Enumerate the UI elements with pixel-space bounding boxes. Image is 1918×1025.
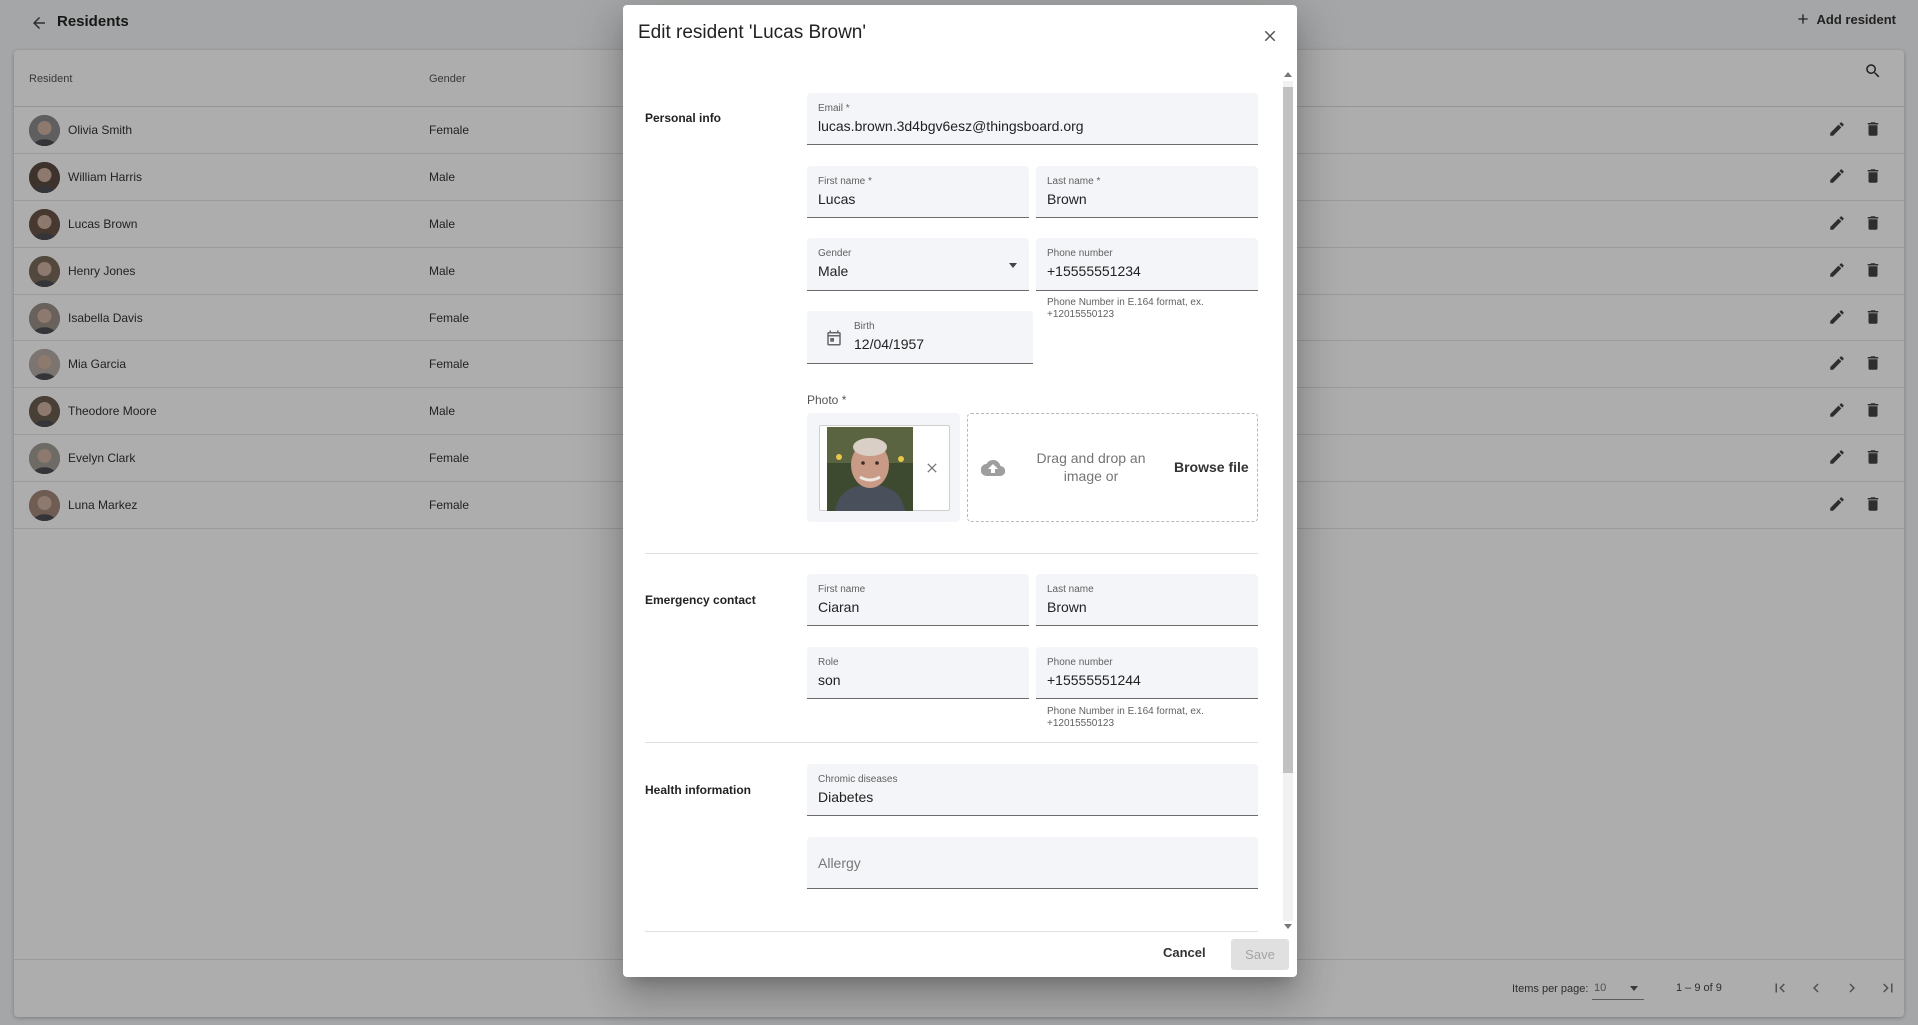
chevron-down-icon xyxy=(1009,263,1017,268)
dialog-title: Edit resident 'Lucas Brown' xyxy=(638,22,866,43)
photo-label: Photo * xyxy=(807,393,847,407)
dialog-body: Personal info Email * lucas.brown.3d4bgv… xyxy=(623,69,1283,933)
scroll-down-arrow-icon[interactable] xyxy=(1284,924,1292,929)
section-personal-info: Personal info xyxy=(645,111,722,125)
edit-resident-dialog: Edit resident 'Lucas Brown' Personal inf… xyxy=(623,5,1297,977)
emergency-first-name-label: First name xyxy=(818,584,866,595)
emergency-role-value: son xyxy=(818,672,841,688)
birth-label: Birth xyxy=(854,321,875,332)
emergency-phone-value: +15555551244 xyxy=(1047,672,1141,688)
emergency-phone-hint: Phone Number in E.164 format, ex. +12015… xyxy=(1047,706,1204,729)
browse-file-button[interactable]: Browse file xyxy=(1174,459,1249,475)
first-name-label: First name * xyxy=(818,176,872,187)
gender-select[interactable]: Gender Male xyxy=(807,238,1029,291)
emergency-last-name-field[interactable]: Last name Brown xyxy=(1036,574,1258,626)
photo-dropzone[interactable]: Drag and drop an image or Browse file xyxy=(967,413,1258,522)
birth-date-field[interactable]: Birth 12/04/1957 xyxy=(807,311,1033,364)
close-icon xyxy=(1264,30,1276,42)
first-name-value: Lucas xyxy=(818,191,856,207)
dialog-actions: Cancel Save xyxy=(623,933,1297,977)
section-divider xyxy=(645,931,1258,932)
section-divider xyxy=(645,553,1258,554)
phone-number-field[interactable]: Phone number +15555551234 xyxy=(1036,238,1258,291)
remove-photo-button[interactable] xyxy=(920,456,944,480)
photo-frame xyxy=(819,425,950,511)
close-dialog-button[interactable] xyxy=(1259,25,1281,47)
dialog-scrollbar[interactable] xyxy=(1280,69,1294,933)
email-label: Email * xyxy=(818,103,850,114)
scroll-up-arrow-icon[interactable] xyxy=(1284,72,1292,77)
email-value: lucas.brown.3d4bgv6esz@thingsboard.org xyxy=(818,118,1084,134)
cancel-button[interactable]: Cancel xyxy=(1163,945,1206,960)
calendar-icon[interactable] xyxy=(825,329,843,347)
chronic-diseases-label: Chromic diseases xyxy=(818,774,898,785)
chronic-diseases-field[interactable]: Chromic diseases Diabetes xyxy=(807,764,1258,816)
last-name-value: Brown xyxy=(1047,191,1087,207)
photo-preview-box xyxy=(807,413,960,522)
phone-label: Phone number xyxy=(1047,248,1113,259)
email-field[interactable]: Email * lucas.brown.3d4bgv6esz@thingsboa… xyxy=(807,93,1258,145)
emergency-role-field[interactable]: Role son xyxy=(807,647,1029,699)
gender-value: Male xyxy=(818,263,849,279)
last-name-field[interactable]: Last name * Brown xyxy=(1036,166,1258,218)
save-button[interactable]: Save xyxy=(1231,939,1289,970)
allergy-field[interactable]: Allergy xyxy=(807,837,1258,889)
section-emergency-contact: Emergency contact xyxy=(645,593,756,607)
first-name-field[interactable]: First name * Lucas xyxy=(807,166,1029,218)
phone-hint: Phone Number in E.164 format, ex. +12015… xyxy=(1047,297,1204,320)
emergency-last-name-value: Brown xyxy=(1047,599,1087,615)
emergency-phone-label: Phone number xyxy=(1047,657,1113,668)
last-name-label: Last name * xyxy=(1047,176,1101,187)
dropzone-text: Drag and drop an image or xyxy=(1036,450,1146,484)
cloud-upload-icon xyxy=(981,459,1005,477)
emergency-first-name-value: Ciaran xyxy=(818,599,860,615)
close-icon xyxy=(927,463,937,473)
emergency-phone-field[interactable]: Phone number +15555551244 xyxy=(1036,647,1258,699)
emergency-first-name-field[interactable]: First name Ciaran xyxy=(807,574,1029,626)
resident-photo xyxy=(827,427,913,511)
gender-label: Gender xyxy=(818,248,852,259)
allergy-placeholder: Allergy xyxy=(818,855,861,871)
scrollbar-thumb[interactable] xyxy=(1283,87,1293,773)
phone-value: +15555551234 xyxy=(1047,263,1141,279)
emergency-role-label: Role xyxy=(818,657,839,668)
section-divider xyxy=(645,742,1258,743)
birth-value: 12/04/1957 xyxy=(854,336,925,352)
emergency-last-name-label: Last name xyxy=(1047,584,1094,595)
section-health-information: Health information xyxy=(645,783,752,797)
chronic-diseases-value: Diabetes xyxy=(818,789,874,805)
